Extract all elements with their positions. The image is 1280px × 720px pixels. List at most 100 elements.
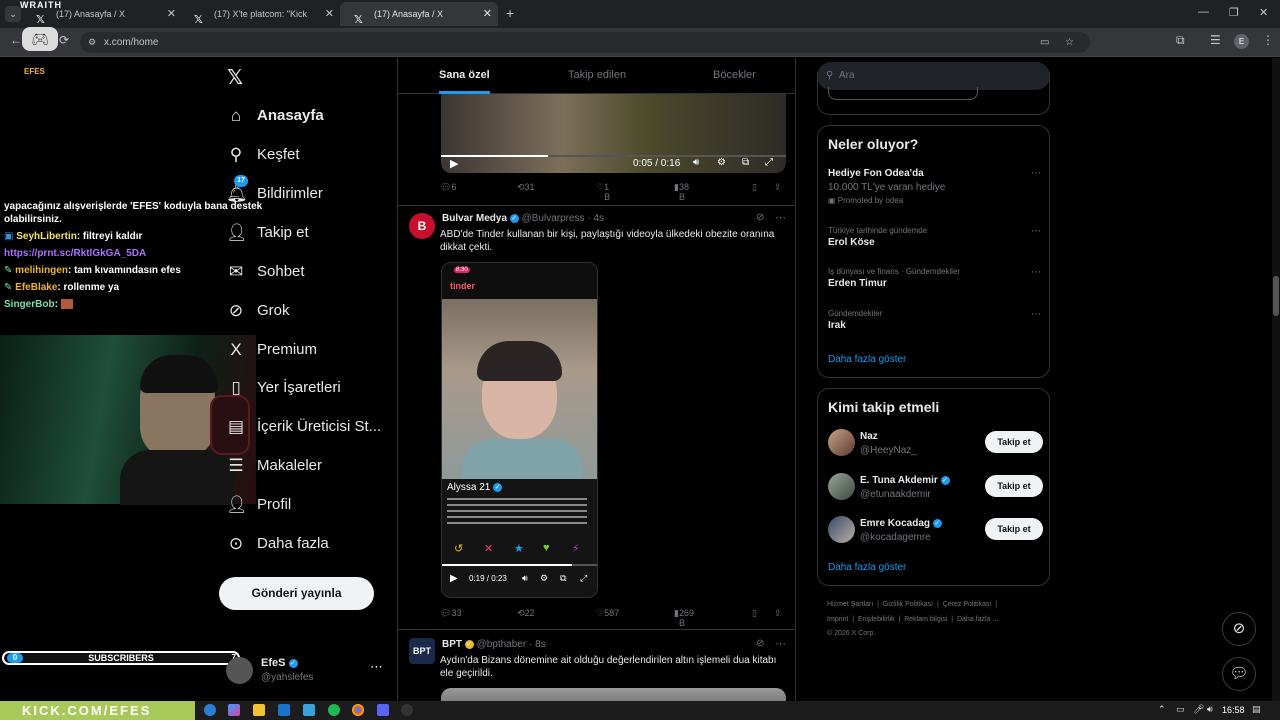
user-avatar[interactable] [828,429,855,456]
chat-link[interactable]: https://prnt.sc/RktlGkGA_5DA [4,248,146,259]
reading-list-icon[interactable]: ☰ [1210,33,1221,47]
share-icon[interactable]: ⇪ [774,182,782,193]
post-time[interactable]: 8s [535,639,546,650]
user-name[interactable]: Emre Kocadag ✓ [860,518,942,529]
settings-icon[interactable]: ⚙ [717,157,726,168]
trend-more-icon[interactable]: ⋯ [1031,226,1041,237]
close-tab-icon[interactable]: ✕ [167,2,176,26]
bookmark-icon[interactable]: ▯ [752,182,757,193]
premium-pill[interactable] [828,87,978,100]
footer-link[interactable]: Imprint [827,616,848,623]
speaker-icon[interactable]: 🔊︎ [1207,704,1213,715]
pip-icon[interactable]: ⧉ [560,573,566,584]
follow-suggestion[interactable]: Emre Kocadag ✓ @kocadagemre Takip et [828,516,1043,546]
footer-link[interactable]: Erişilebilirlik [858,616,895,623]
views-button[interactable]: ▮ 38 B [674,182,689,202]
network-icon[interactable]: ▭ [1176,704,1185,715]
edge-icon[interactable] [204,704,216,716]
trend-more-icon[interactable]: ⋯ [1031,309,1041,320]
trend-more-icon[interactable]: ⋯ [1031,168,1041,179]
x-logo-icon[interactable]: 𝕏 [227,65,243,90]
reply-button[interactable]: 💬︎ 6 [440,182,456,193]
post-more-icon[interactable]: ⋯ [775,637,786,650]
author-handle[interactable]: @Bulvarpress [522,213,585,224]
user-name[interactable]: E. Tuna Akdemir ✓ [860,475,950,486]
video-player[interactable]: 8:30 tinder Alyssa 21 ✓ ↺ ✕ ★ ♥ ⚡ ▶ 0:19… [441,262,598,598]
trend-more-icon[interactable]: ⋯ [1031,267,1041,278]
tab-for-you[interactable]: Sana özel [439,58,490,94]
browser-menu-icon[interactable]: ⋮ [1262,33,1274,47]
fullscreen-icon[interactable]: ⤢ [765,157,773,168]
extensions-icon[interactable]: ⧉ [1176,33,1185,48]
bookmark-icon[interactable]: ▯ [752,608,757,619]
user-avatar[interactable] [828,473,855,500]
tab-search-button[interactable]: ⌄ [5,6,21,22]
follow-button[interactable]: Takip et [985,431,1043,453]
pip-icon[interactable]: ⧉ [742,157,749,168]
close-tab-icon[interactable]: ✕ [483,2,492,26]
volume-icon[interactable]: 🔊︎ [522,573,528,584]
page-scrollbar[interactable] [1272,58,1280,701]
repost-button[interactable]: ⟲ 31 [517,182,535,193]
scrollbar-thumb[interactable] [1273,276,1279,316]
repost-button[interactable]: ⟲ 22 [517,608,535,619]
trend-item[interactable]: Türkiye tarihinde gündemde Erol Köse ⋯ [828,226,1043,248]
install-app-icon[interactable]: ▭ [1040,32,1049,53]
video-progress[interactable] [442,564,597,566]
footer-link[interactable]: Gizlilik Politikası [883,601,933,608]
trend-item[interactable]: İş dünyası ve finans · Gündemdekiler Erd… [828,267,1043,289]
post[interactable]: B Bulvar Medya ✓ @Bulvarpress · 4s ⊘ ⋯ A… [398,205,795,629]
like-button[interactable]: ♡ 587 [596,608,619,619]
author-handle[interactable]: @bpthaber [477,639,527,650]
show-more-link[interactable]: Daha fazla göster [828,354,906,365]
reload-icon[interactable]: ⟳ [59,33,69,47]
maximize-icon[interactable]: ❐ [1229,6,1239,19]
post-time[interactable]: 4s [593,213,604,224]
video-player[interactable]: ▶ 0:05 / 0:16 🔊︎ ⚙ ⧉ ⤢ [441,94,786,173]
tab-following[interactable]: Takip edilen [568,58,626,94]
minimize-icon[interactable]: — [1198,6,1209,18]
mic-icon[interactable]: 🎤︎ [1193,704,1204,715]
new-tab-icon[interactable]: + [506,5,514,21]
volume-icon[interactable]: 🔊︎ [693,157,699,168]
photos-icon[interactable] [303,704,315,716]
browser-tab[interactable]: 𝕏 (17) X'te platcom: "Kick yayıncı... ✕ [180,2,340,43]
reply-button[interactable]: 💬︎ 33 [440,608,461,619]
fullscreen-icon[interactable]: ⤢ [580,573,587,584]
browser-tab-active[interactable]: 𝕏 (17) Anasayfa / X ✕ [340,2,498,26]
follow-suggestion[interactable]: Naz @HeeyNaz_ Takip et [828,429,1043,459]
footer-link[interactable]: Hizmet Şartları [827,601,873,608]
views-button[interactable]: ▮ 269 B [674,608,694,628]
settings-icon[interactable]: ⚙ [540,573,548,584]
obs-icon[interactable] [401,704,413,716]
tray-chevron-icon[interactable]: ⌃ [1158,704,1166,715]
grok-icon[interactable]: ⊘ [756,212,764,223]
author-avatar[interactable]: BPT [409,638,435,664]
like-button[interactable]: ♡ 1 B [596,182,610,202]
post[interactable]: BPT BPT ✓ @bpthaber · 8s ⊘ ⋯ Aydın'da Bi… [398,629,795,701]
author-name[interactable]: BPT [442,639,462,650]
trend-item[interactable]: Hediye Fon Odea'da 10.000 TL'ye varan he… [828,168,1043,205]
footer-link[interactable]: Daha fazla ... [957,616,998,623]
chrome-icon[interactable] [352,704,364,716]
file-explorer-icon[interactable] [253,704,265,716]
close-tab-icon[interactable]: ✕ [325,2,334,26]
user-name[interactable]: Naz [860,431,878,442]
back-icon[interactable]: ← [10,33,22,47]
post-image[interactable] [441,688,786,701]
bookmark-star-icon[interactable]: ☆ [1065,32,1074,53]
author-name[interactable]: Bulvar Medya [442,213,507,224]
profile-avatar[interactable]: E [1234,34,1249,49]
grok-icon[interactable]: ⊘ [756,638,764,649]
share-icon[interactable]: ⇪ [774,608,782,619]
play-icon[interactable]: ▶ [450,157,458,170]
footer-link[interactable]: Çerez Politikası [943,601,992,608]
follow-suggestion[interactable]: E. Tuna Akdemir ✓ @etunaakdemir Takip et [828,473,1043,503]
show-more-link[interactable]: Daha fazla göster [828,562,906,573]
messages-fab-icon[interactable]: 💬︎ [1222,657,1256,691]
follow-button[interactable]: Takip et [985,475,1043,497]
follow-button[interactable]: Takip et [985,518,1043,540]
more-icon[interactable]: ⋯ [370,659,383,675]
address-bar[interactable]: ⚙ x.com/home ▭ ☆ [80,32,1090,53]
play-icon[interactable]: ▶ [450,573,458,584]
